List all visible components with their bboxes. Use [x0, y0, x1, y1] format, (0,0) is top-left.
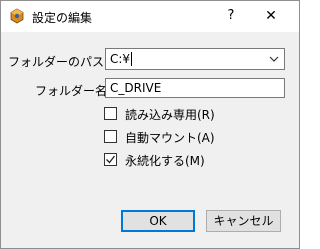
- edit-share-dialog: 設定の編集 ? ✕ フォルダーのパス: C:¥ フォルダー名: C_DRIVE …: [0, 0, 300, 249]
- folder-path-label: フォルダーのパス:: [8, 55, 109, 69]
- make-permanent-checkbox[interactable]: [104, 153, 117, 166]
- read-only-checkbox[interactable]: [104, 107, 117, 120]
- window-title: 設定の編集: [32, 11, 93, 25]
- make-permanent-label: 永続化する(M): [125, 154, 205, 168]
- folder-path-value: C:¥: [110, 52, 131, 66]
- auto-mount-checkbox[interactable]: [104, 130, 117, 143]
- auto-mount-label: 自動マウント(A): [125, 131, 215, 145]
- text-caret: [131, 52, 132, 66]
- help-button[interactable]: ?: [221, 6, 241, 26]
- folder-path-combobox[interactable]: C:¥: [105, 48, 285, 70]
- folder-name-field[interactable]: C_DRIVE: [105, 78, 285, 98]
- title-bar: 設定の編集 ? ✕: [1, 1, 299, 32]
- close-button[interactable]: ✕: [260, 6, 282, 26]
- ok-button[interactable]: OK: [121, 210, 195, 232]
- read-only-label: 読み込み専用(R): [125, 108, 215, 122]
- cancel-button[interactable]: キャンセル: [206, 210, 281, 232]
- folder-name-label: フォルダー名:: [35, 84, 112, 98]
- chevron-down-icon[interactable]: [269, 56, 279, 63]
- folder-name-value: C_DRIVE: [110, 81, 162, 95]
- virtualbox-icon: [9, 8, 25, 24]
- checkmark-icon: [106, 155, 116, 164]
